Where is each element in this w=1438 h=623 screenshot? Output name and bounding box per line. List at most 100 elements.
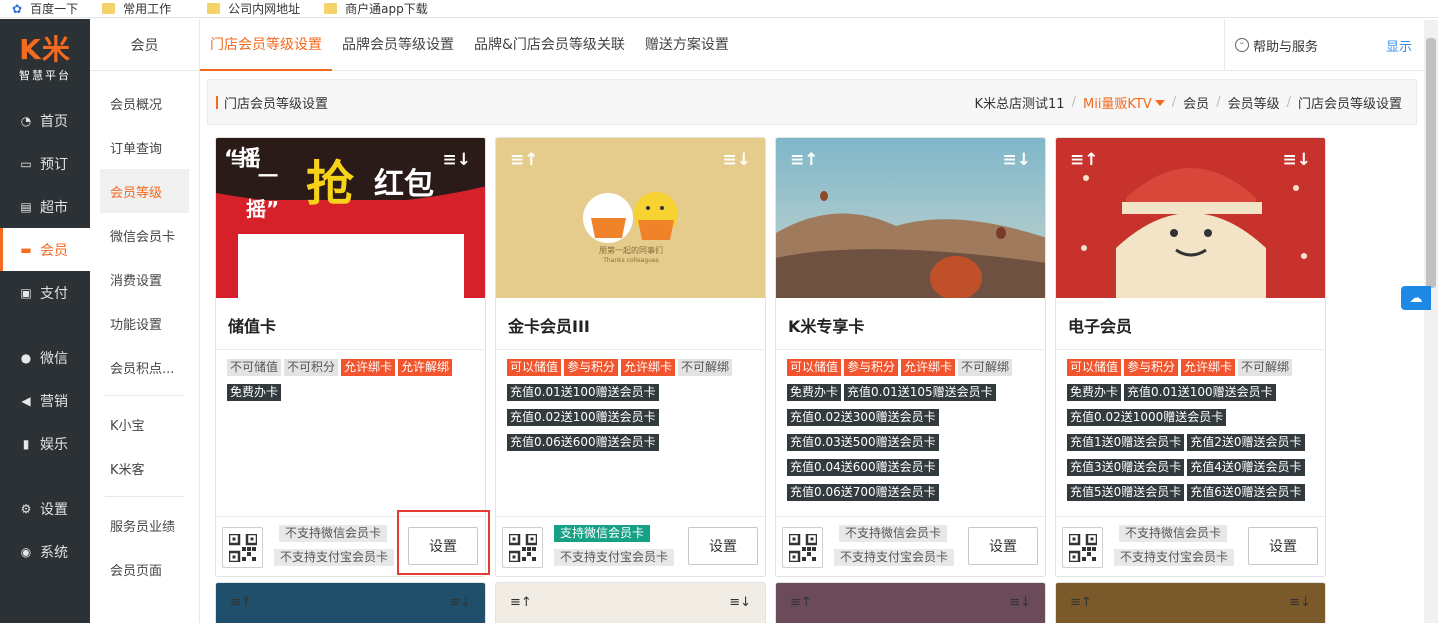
sort-down-icon[interactable]: ≡↓ xyxy=(729,595,751,610)
sub-item-kxiaobao[interactable]: K小宝 xyxy=(100,402,189,446)
sort-down-icon[interactable]: ≡↓ xyxy=(443,150,472,170)
basket-icon: ▤ xyxy=(20,199,32,214)
nav-label: 微信 xyxy=(40,350,68,367)
level-card-partial: ≡↑ ≡↓ xyxy=(495,582,766,623)
sub-item-consumption[interactable]: 消费设置 xyxy=(100,257,189,301)
money-icon: ▣ xyxy=(20,285,32,300)
qrcode-icon[interactable] xyxy=(222,527,263,568)
qrcode-icon[interactable] xyxy=(1062,527,1103,568)
sub-item-functions[interactable]: 功能设置 xyxy=(100,301,189,345)
chrome-icon: ◉ xyxy=(20,544,32,559)
scrollbar-thumb[interactable] xyxy=(1426,38,1436,288)
attribute-tag: 可以储值 xyxy=(1067,359,1122,376)
nav-item-settings[interactable]: ⚙ 设置 xyxy=(0,487,90,530)
sub-item-points[interactable]: 会员积点... xyxy=(100,345,189,389)
level-card-partial: ≡↑ ≡↓ xyxy=(1055,582,1326,623)
sort-up-icon[interactable]: ≡↑ xyxy=(1070,595,1092,610)
folder-icon xyxy=(102,3,116,14)
tab-gift-plan[interactable]: 赠送方案设置 xyxy=(635,19,739,71)
bookmark-label: 百度一下 xyxy=(30,2,79,16)
cloud-float-button[interactable]: ☁ xyxy=(1401,286,1431,310)
nav-item-home[interactable]: ◔ 首页 xyxy=(0,99,90,142)
tag-list: 可以储值 参与积分 允许绑卡 不可解绑 充值0.01送100赠送会员卡 充值0.02送10… xyxy=(507,359,759,459)
main-sidebar: K米 智慧平台 ◔ 首页 ▭ 预订 ▤ 超市 ▬ 会员 ▣ 支付 ● 微信 ◀ 营销 ▮ 娱乐 … xyxy=(0,19,90,623)
attribute-tag: 充值4送0赠送会员卡 xyxy=(1187,459,1305,476)
attribute-tag: 充值0.01送100赠送会员卡 xyxy=(507,384,659,401)
sort-up-icon[interactable]: ≡↑ xyxy=(790,595,812,610)
attribute-tag: 允许绑卡 xyxy=(341,359,396,376)
sofa-icon: ▭ xyxy=(20,156,32,171)
bookmark-folder-work[interactable]: 常用工作 xyxy=(102,0,171,17)
settings-button[interactable]: 设置 xyxy=(1248,527,1318,565)
smile-icon: ᵕ xyxy=(1235,38,1249,52)
bookmark-folder-intranet[interactable]: 公司内网地址 xyxy=(207,0,300,17)
settings-button[interactable]: 设置 xyxy=(968,527,1038,565)
sort-up-icon[interactable]: ≡↑ xyxy=(510,595,532,610)
attribute-tag: 不可解绑 xyxy=(958,359,1013,376)
store-selector[interactable]: Mii量贩KTV xyxy=(1083,93,1152,112)
tag-list: 可以储值 参与积分 允许绑卡 不可解绑 免费办卡 充值0.01送105赠送会员卡 充值0.0… xyxy=(787,359,1039,509)
bookmark-folder-app[interactable]: 商户通app下载 xyxy=(324,0,428,17)
sub-item-wechat-card[interactable]: 微信会员卡 xyxy=(100,213,189,257)
nav-item-pay[interactable]: ▣ 支付 xyxy=(0,271,90,314)
sort-down-icon[interactable]: ≡↓ xyxy=(1283,150,1312,170)
qrcode-icon[interactable] xyxy=(782,527,823,568)
show-link[interactable]: 显示 xyxy=(1386,36,1412,55)
breadcrumb-item[interactable]: 会员等级 xyxy=(1228,93,1280,112)
attribute-tag: 充值1送0赠送会员卡 xyxy=(1067,434,1185,451)
tab-level-link[interactable]: 品牌&门店会员等级关联 xyxy=(464,19,635,71)
breadcrumb-bar: 门店会员等级设置 K米总店测试11 / Mii量贩KTV / 会员 / 会员等级… xyxy=(207,79,1417,125)
sort-down-icon[interactable]: ≡↓ xyxy=(1009,595,1031,610)
sort-down-icon[interactable]: ≡↓ xyxy=(723,150,752,170)
tab-store-level[interactable]: 门店会员等级设置 xyxy=(200,19,332,71)
sort-up-icon[interactable]: ≡↑ xyxy=(230,595,252,610)
sub-item-overview[interactable]: 会员概况 xyxy=(100,81,189,125)
card-cover-image: ≡↑ ≡↓ xyxy=(1056,138,1325,298)
logo-mark: K米 xyxy=(19,33,71,66)
sub-item-staff-performance[interactable]: 服务员业绩 xyxy=(100,503,189,547)
attribute-tag: 充值0.02送1000赠送会员卡 xyxy=(1067,409,1227,426)
sort-up-icon[interactable]: ≡↑ xyxy=(510,150,539,170)
nav-label: 设置 xyxy=(40,501,68,518)
attribute-tag: 允许解绑 xyxy=(398,359,453,376)
cover-caption: 朋第一起的同事们 xyxy=(599,245,663,255)
sub-item-member-page[interactable]: 会员页面 xyxy=(100,547,189,591)
nav-item-market[interactable]: ▤ 超市 xyxy=(0,185,90,228)
tab-brand-level[interactable]: 品牌会员等级设置 xyxy=(332,19,464,71)
sort-down-icon[interactable]: ≡↓ xyxy=(1003,150,1032,170)
sub-item-member-level[interactable]: 会员等级 xyxy=(100,169,189,213)
nav-item-entertainment[interactable]: ▮ 娱乐 xyxy=(0,422,90,465)
nav-item-member[interactable]: ▬ 会员 xyxy=(0,228,90,271)
sort-up-icon[interactable]: ≡↑ xyxy=(790,150,819,170)
bookmark-baidu[interactable]: ✿ 百度一下 xyxy=(0,0,78,17)
nav-item-system[interactable]: ◉ 系统 xyxy=(0,530,90,573)
nav-item-booking[interactable]: ▭ 预订 xyxy=(0,142,90,185)
card-name: K米专享卡 xyxy=(788,317,865,336)
sort-down-icon[interactable]: ≡↓ xyxy=(449,595,471,610)
highlight-box xyxy=(397,510,490,575)
folder-icon xyxy=(324,3,338,14)
nav-item-wechat[interactable]: ● 微信 xyxy=(0,336,90,379)
settings-button[interactable]: 设置 xyxy=(688,527,758,565)
sub-item-kmike[interactable]: K米客 xyxy=(100,446,189,490)
nav-item-marketing[interactable]: ◀ 营销 xyxy=(0,379,90,422)
nav-label: 预订 xyxy=(40,156,68,173)
tag-list: 可以储值 参与积分 允许绑卡 不可解绑 免费办卡 充值0.01送100赠送会员卡 充值0.0… xyxy=(1067,359,1319,509)
sub-sidebar-title: 会员 xyxy=(90,19,199,71)
help-link[interactable]: 帮助与服务 xyxy=(1253,36,1318,55)
attribute-tag: 参与积分 xyxy=(564,359,619,376)
wechat-support-badge: 不支持微信会员卡 xyxy=(1119,525,1228,542)
logo[interactable]: K米 智慧平台 xyxy=(0,19,90,99)
card-cover-image: ≡↑ ≡↓ xyxy=(776,138,1045,298)
caret-down-icon[interactable] xyxy=(1154,100,1165,106)
wechat-support-badge: 不支持微信会员卡 xyxy=(279,525,388,542)
scrollbar[interactable] xyxy=(1424,20,1438,623)
attribute-tag: 充值0.04送600赠送会员卡 xyxy=(787,459,939,476)
breadcrumb-item[interactable]: 会员 xyxy=(1183,93,1209,112)
sort-up-icon[interactable]: ≡↑ xyxy=(230,150,259,170)
sub-item-orders[interactable]: 订单查询 xyxy=(100,125,189,169)
nav-label: 娱乐 xyxy=(40,436,68,453)
sort-down-icon[interactable]: ≡↓ xyxy=(1289,595,1311,610)
qrcode-icon[interactable] xyxy=(502,527,543,568)
sort-up-icon[interactable]: ≡↑ xyxy=(1070,150,1099,170)
